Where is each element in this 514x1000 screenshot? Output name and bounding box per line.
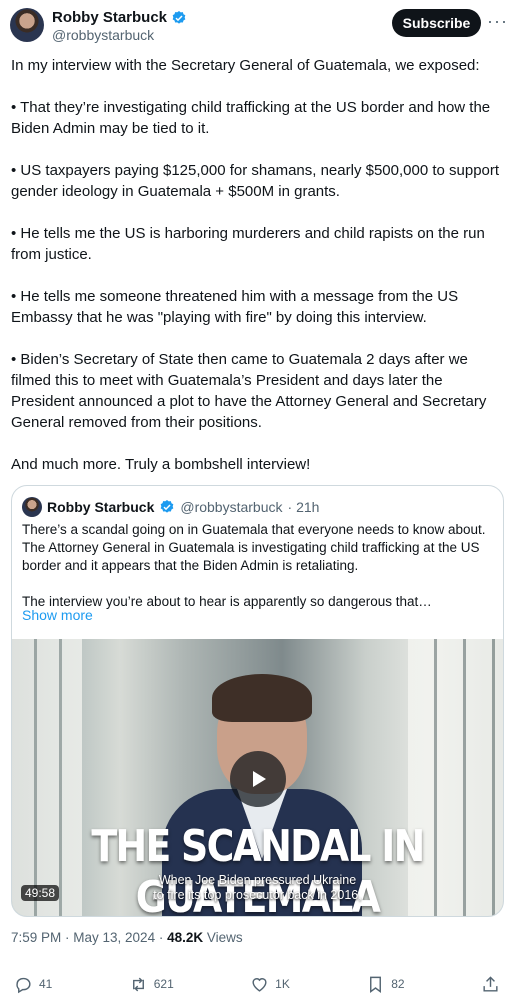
action-bar: 41 621 1K 82: [14, 972, 500, 996]
tweet-paragraph: • Biden’s Secretary of State then came t…: [11, 351, 487, 431]
tweet-text: In my interview with the Secretary Gener…: [11, 55, 505, 475]
video-caption-line: When Joe Biden pressured Ukraine: [158, 873, 357, 887]
tweet-paragraph: And much more. Truly a bombshell intervi…: [11, 456, 311, 473]
like-button[interactable]: 1K: [250, 975, 290, 994]
video-player[interactable]: THE SCANDAL IN GUATEMALA When Joe Biden …: [12, 639, 503, 916]
video-caption-line: to fire its top prosecutor back in 2016,: [153, 888, 362, 902]
reply-count: 41: [39, 977, 53, 991]
reply-button[interactable]: 41: [14, 975, 52, 994]
repost-button[interactable]: 621: [129, 975, 174, 994]
tweet-paragraph: • That they’re investigating child traff…: [11, 99, 491, 137]
author-name-row: Robby Starbuck: [52, 9, 187, 26]
tweet-paragraph: • He tells me the US is harboring murder…: [11, 225, 485, 263]
repost-icon: [132, 977, 144, 991]
author-avatar[interactable]: [10, 8, 44, 42]
bookmark-icon: [370, 976, 382, 993]
reply-icon: [16, 977, 31, 993]
share-button[interactable]: [481, 975, 500, 994]
tweet-header: Robby Starbuck @robbystarbuck Subscribe …: [10, 7, 508, 45]
repost-count: 621: [153, 977, 174, 991]
show-more-link[interactable]: Show more: [22, 607, 93, 623]
more-options-icon[interactable]: ···: [487, 12, 508, 30]
quoted-author-name: Robby Starbuck: [47, 499, 155, 515]
quoted-tweet-time: · 21h: [287, 499, 320, 515]
quoted-paragraph: There’s a scandal going on in Guatemala …: [22, 522, 486, 573]
quoted-paragraph: The interview you’re about to hear is ap…: [22, 594, 432, 609]
like-count: 1K: [275, 977, 290, 991]
play-icon: [253, 771, 266, 787]
quoted-tweet-text: There’s a scandal going on in Guatemala …: [22, 521, 496, 611]
views-label: Views: [203, 930, 243, 945]
play-button[interactable]: [230, 751, 286, 807]
bookmark-button[interactable]: 82: [366, 975, 405, 994]
quoted-author-avatar: [22, 497, 42, 517]
heart-icon: [252, 977, 267, 992]
tweet-paragraph: In my interview with the Secretary Gener…: [11, 57, 480, 74]
video-duration: 49:58: [21, 885, 60, 901]
views-count: 48.2K: [167, 930, 204, 945]
tweet-paragraph: • US taxpayers paying $125,000 for shama…: [11, 162, 500, 200]
share-icon: [483, 975, 498, 992]
video-person-hair: [212, 674, 312, 722]
quoted-tweet[interactable]: Robby Starbuck @robbystarbuck · 21h Ther…: [11, 485, 504, 917]
bookmark-count: 82: [391, 977, 405, 991]
subscribe-button[interactable]: Subscribe: [392, 9, 481, 37]
author-handle[interactable]: @robbystarbuck: [52, 27, 154, 43]
quoted-author-handle: @robbystarbuck: [180, 499, 283, 515]
author-name[interactable]: Robby Starbuck: [52, 9, 167, 26]
quoted-tweet-header: Robby Starbuck @robbystarbuck · 21h: [22, 496, 319, 518]
verified-badge-icon: [172, 10, 186, 24]
verified-badge-icon: [161, 500, 174, 513]
video-caption: When Joe Biden pressured Ukraine to fire…: [12, 873, 503, 903]
tweet-meta: 7:59 PM · May 13, 2024 · 48.2K Views: [11, 930, 243, 945]
tweet-timestamp[interactable]: 7:59 PM · May 13, 2024 ·: [11, 930, 167, 945]
tweet-paragraph: • He tells me someone threatened him wit…: [11, 288, 459, 326]
